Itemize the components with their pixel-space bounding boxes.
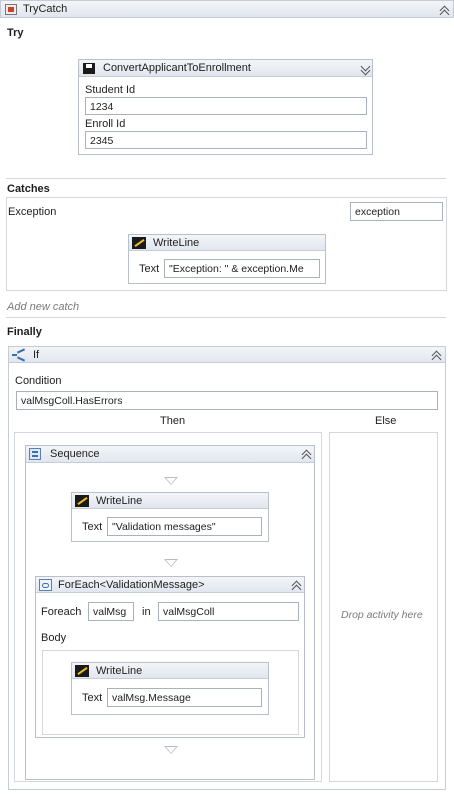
divider — [6, 178, 446, 179]
catch-block[interactable]: Exception exception WriteLine Text "Exce… — [6, 197, 447, 291]
condition-label: Condition — [15, 375, 62, 387]
try-label: Try — [7, 27, 24, 39]
student-id-label: Student Id — [85, 84, 136, 96]
collapse-trycatch-icon[interactable] — [438, 4, 450, 16]
catch-writeline-header[interactable]: WriteLine — [129, 235, 325, 251]
sequence-header[interactable]: Sequence — [26, 446, 314, 463]
collapse-foreach-icon[interactable] — [290, 579, 302, 591]
catches-label: Catches — [7, 183, 50, 195]
else-drop-placeholder[interactable]: Drop activity here — [341, 609, 423, 621]
else-label: Else — [375, 415, 397, 427]
if-header[interactable]: If — [9, 347, 445, 363]
collapse-sequence-icon[interactable] — [300, 448, 312, 460]
foreach-body[interactable]: WriteLine Text valMsg.Message — [42, 650, 299, 735]
if-activity[interactable]: If Condition valMsgColl.HasErrors Then E… — [8, 346, 446, 790]
drop-target-arrow-icon[interactable] — [164, 746, 178, 754]
foreach-header[interactable]: ForEach<ValidationMessage> — [36, 577, 304, 593]
writeline-icon — [75, 495, 89, 507]
if-branch-icon — [12, 348, 26, 362]
then-branch[interactable]: Sequence WriteLine Text "Validation mess… — [14, 432, 322, 782]
body-label: Body — [41, 632, 67, 644]
foreach-label: Foreach — [41, 606, 82, 618]
foreach-item-variable-field[interactable]: valMsg — [88, 602, 134, 621]
finally-label: Finally — [7, 326, 42, 338]
writeline-header[interactable]: WriteLine — [72, 493, 268, 509]
foreach-title: ForEach<ValidationMessage> — [58, 579, 205, 591]
add-new-catch-link[interactable]: Add new catch — [7, 301, 79, 313]
then-label: Then — [160, 415, 186, 427]
trycatch-header[interactable]: TryCatch — [0, 0, 454, 18]
save-icon — [83, 63, 95, 74]
foreach-collection-field[interactable]: valMsgColl — [158, 602, 299, 621]
enroll-id-label: Enroll Id — [85, 118, 126, 130]
in-label: in — [142, 606, 151, 618]
collapse-if-icon[interactable] — [430, 349, 442, 361]
expand-activity-icon[interactable] — [359, 63, 371, 75]
foreach-writeline-title: WriteLine — [96, 665, 143, 677]
writeline-icon — [75, 665, 89, 677]
writeline-icon — [132, 237, 146, 249]
trycatch-icon — [5, 4, 17, 15]
convert-activity[interactable]: ConvertApplicantToEnrollment Student Id … — [78, 59, 373, 155]
catch-writeline-activity[interactable]: WriteLine Text "Exception: " & exception… — [128, 234, 326, 284]
sequence-icon — [29, 448, 41, 460]
student-id-field[interactable]: 1234 — [85, 97, 367, 115]
divider — [6, 317, 446, 318]
convert-activity-title: ConvertApplicantToEnrollment — [103, 62, 251, 74]
catch-text-field[interactable]: "Exception: " & exception.Me — [164, 259, 320, 278]
drop-target-arrow-icon[interactable] — [164, 559, 178, 567]
catch-writeline-title: WriteLine — [153, 237, 200, 249]
if-title: If — [33, 349, 40, 361]
exception-variable-field[interactable]: exception — [350, 202, 443, 221]
writeline-activity[interactable]: WriteLine Text "Validation messages" — [71, 492, 269, 542]
foreach-icon — [39, 579, 52, 591]
enroll-id-field[interactable]: 2345 — [85, 131, 367, 149]
sequence-title: Sequence — [50, 448, 100, 460]
foreach-writeline-text-label: Text — [82, 692, 103, 704]
foreach-writeline-text-field[interactable]: valMsg.Message — [107, 688, 262, 707]
exception-type-label: Exception — [8, 206, 57, 218]
convert-activity-header[interactable]: ConvertApplicantToEnrollment — [79, 60, 372, 77]
writeline-text-field[interactable]: "Validation messages" — [107, 517, 262, 536]
writeline-text-label: Text — [82, 521, 103, 533]
catch-text-label: Text — [139, 263, 160, 275]
foreach-writeline-header[interactable]: WriteLine — [72, 663, 268, 679]
writeline-title: WriteLine — [96, 495, 143, 507]
foreach-activity[interactable]: ForEach<ValidationMessage> Foreach valMs… — [35, 576, 305, 738]
foreach-writeline-activity[interactable]: WriteLine Text valMsg.Message — [71, 662, 269, 715]
else-branch[interactable]: Drop activity here — [329, 432, 438, 782]
sequence-activity[interactable]: Sequence WriteLine Text "Validation mess… — [25, 445, 315, 780]
condition-field[interactable]: valMsgColl.HasErrors — [16, 391, 438, 410]
drop-target-arrow-icon[interactable] — [164, 477, 178, 485]
trycatch-title: TryCatch — [23, 3, 68, 15]
